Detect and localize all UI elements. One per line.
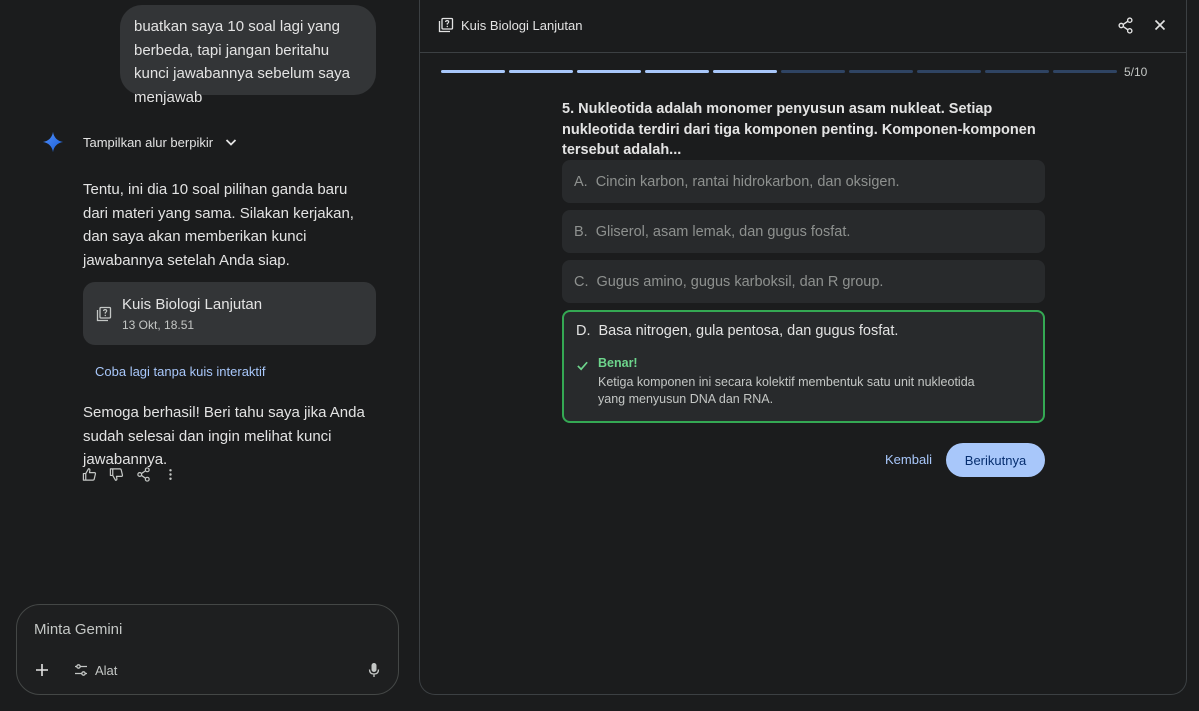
progress-segment xyxy=(849,70,913,73)
option-letter: D. xyxy=(576,323,591,339)
option-letter: A. xyxy=(574,173,588,190)
progress-segment xyxy=(781,70,845,73)
progress-segment xyxy=(985,70,1049,73)
quiz-panel-title: Kuis Biologi Lanjutan xyxy=(461,18,583,33)
progress-segment xyxy=(917,70,981,73)
option-text: Cincin karbon, rantai hidrokarbon, dan o… xyxy=(595,173,900,190)
progress-segment xyxy=(577,70,641,73)
option-letter: C. xyxy=(574,273,589,290)
thumbs-up-icon[interactable] xyxy=(82,467,97,482)
quiz-icon xyxy=(96,306,112,321)
tools-label: Alat xyxy=(95,662,118,678)
close-icon[interactable] xyxy=(1153,18,1167,32)
feedback-label: Benar! xyxy=(598,356,638,370)
option-a[interactable]: A. Cincin karbon, rantai hidrokarbon, da… xyxy=(562,160,1045,203)
quiz-card[interactable]: Kuis Biologi Lanjutan 13 Okt, 18.51 xyxy=(83,282,376,345)
more-icon[interactable] xyxy=(163,467,178,482)
option-text: Gugus amino, gugus karboksil, dan R grou… xyxy=(596,273,884,290)
quiz-panel: Kuis Biologi Lanjutan 5/10 5. Nukleotida… xyxy=(419,0,1187,695)
show-thinking-toggle[interactable]: Tampilkan alur berpikir xyxy=(83,132,239,152)
next-button[interactable]: Berikutnya xyxy=(946,443,1045,477)
share-icon[interactable] xyxy=(1117,17,1134,34)
tools-button[interactable]: Alat xyxy=(73,662,117,678)
option-d-correct[interactable]: D. Basa nitrogen, gula pentosa, dan gugu… xyxy=(562,310,1045,423)
progress-segment xyxy=(713,70,777,73)
option-letter: B. xyxy=(574,223,588,240)
quiz-card-title: Kuis Biologi Lanjutan xyxy=(122,295,263,313)
option-text: Gliserol, asam lemak, dan gugus fosfat. xyxy=(595,223,851,240)
option-text: Basa nitrogen, gula pentosa, dan gugus f… xyxy=(598,323,899,339)
add-icon[interactable] xyxy=(33,661,51,679)
progress-segment xyxy=(441,70,505,73)
user-message: buatkan saya 10 soal lagi yang berbeda, … xyxy=(120,5,376,106)
gemini-spark-icon xyxy=(42,131,64,153)
quiz-card-date: 13 Okt, 18.51 xyxy=(122,317,195,332)
chat-column: buatkan saya 10 soal lagi yang berbeda, … xyxy=(0,0,410,711)
question-text: 5. Nukleotida adalah monomer penyusun as… xyxy=(562,101,1036,158)
prompt-placeholder: Minta Gemini xyxy=(34,621,123,638)
back-button[interactable]: Kembali xyxy=(885,452,932,467)
quiz-panel-header: Kuis Biologi Lanjutan xyxy=(420,0,1186,53)
prompt-input[interactable]: Minta Gemini Alat xyxy=(16,604,399,695)
response-actions xyxy=(82,467,178,482)
tune-icon xyxy=(75,664,87,676)
microphone-icon[interactable] xyxy=(366,662,382,678)
progress-segment xyxy=(1053,70,1117,73)
progress-segment xyxy=(509,70,573,73)
check-icon xyxy=(577,361,588,371)
option-b[interactable]: B. Gliserol, asam lemak, dan gugus fosfa… xyxy=(562,210,1045,253)
progress-segment xyxy=(645,70,709,73)
question-counter: 5/10 xyxy=(1124,65,1148,79)
option-c[interactable]: C. Gugus amino, gugus karboksil, dan R g… xyxy=(562,260,1045,303)
quiz-icon xyxy=(438,17,454,33)
feedback-text: Ketiga komponen ini secara kolektif memb… xyxy=(598,375,975,406)
share-icon[interactable] xyxy=(136,467,151,482)
quiz-progress-bar xyxy=(441,70,1117,73)
thumbs-down-icon[interactable] xyxy=(109,467,124,482)
reply-intro: Tentu, ini dia 10 soal pilihan ganda bar… xyxy=(83,181,354,269)
retry-without-quiz-link[interactable]: Coba lagi tanpa kuis interaktif xyxy=(95,364,266,379)
thinking-label: Tampilkan alur berpikir xyxy=(83,134,214,150)
reply-outro: Semoga berhasil! Beri tahu saya jika And… xyxy=(83,404,365,468)
chevron-down-icon xyxy=(225,139,237,146)
answer-feedback: Benar! Ketiga komponen ini secara kolekt… xyxy=(576,356,998,408)
